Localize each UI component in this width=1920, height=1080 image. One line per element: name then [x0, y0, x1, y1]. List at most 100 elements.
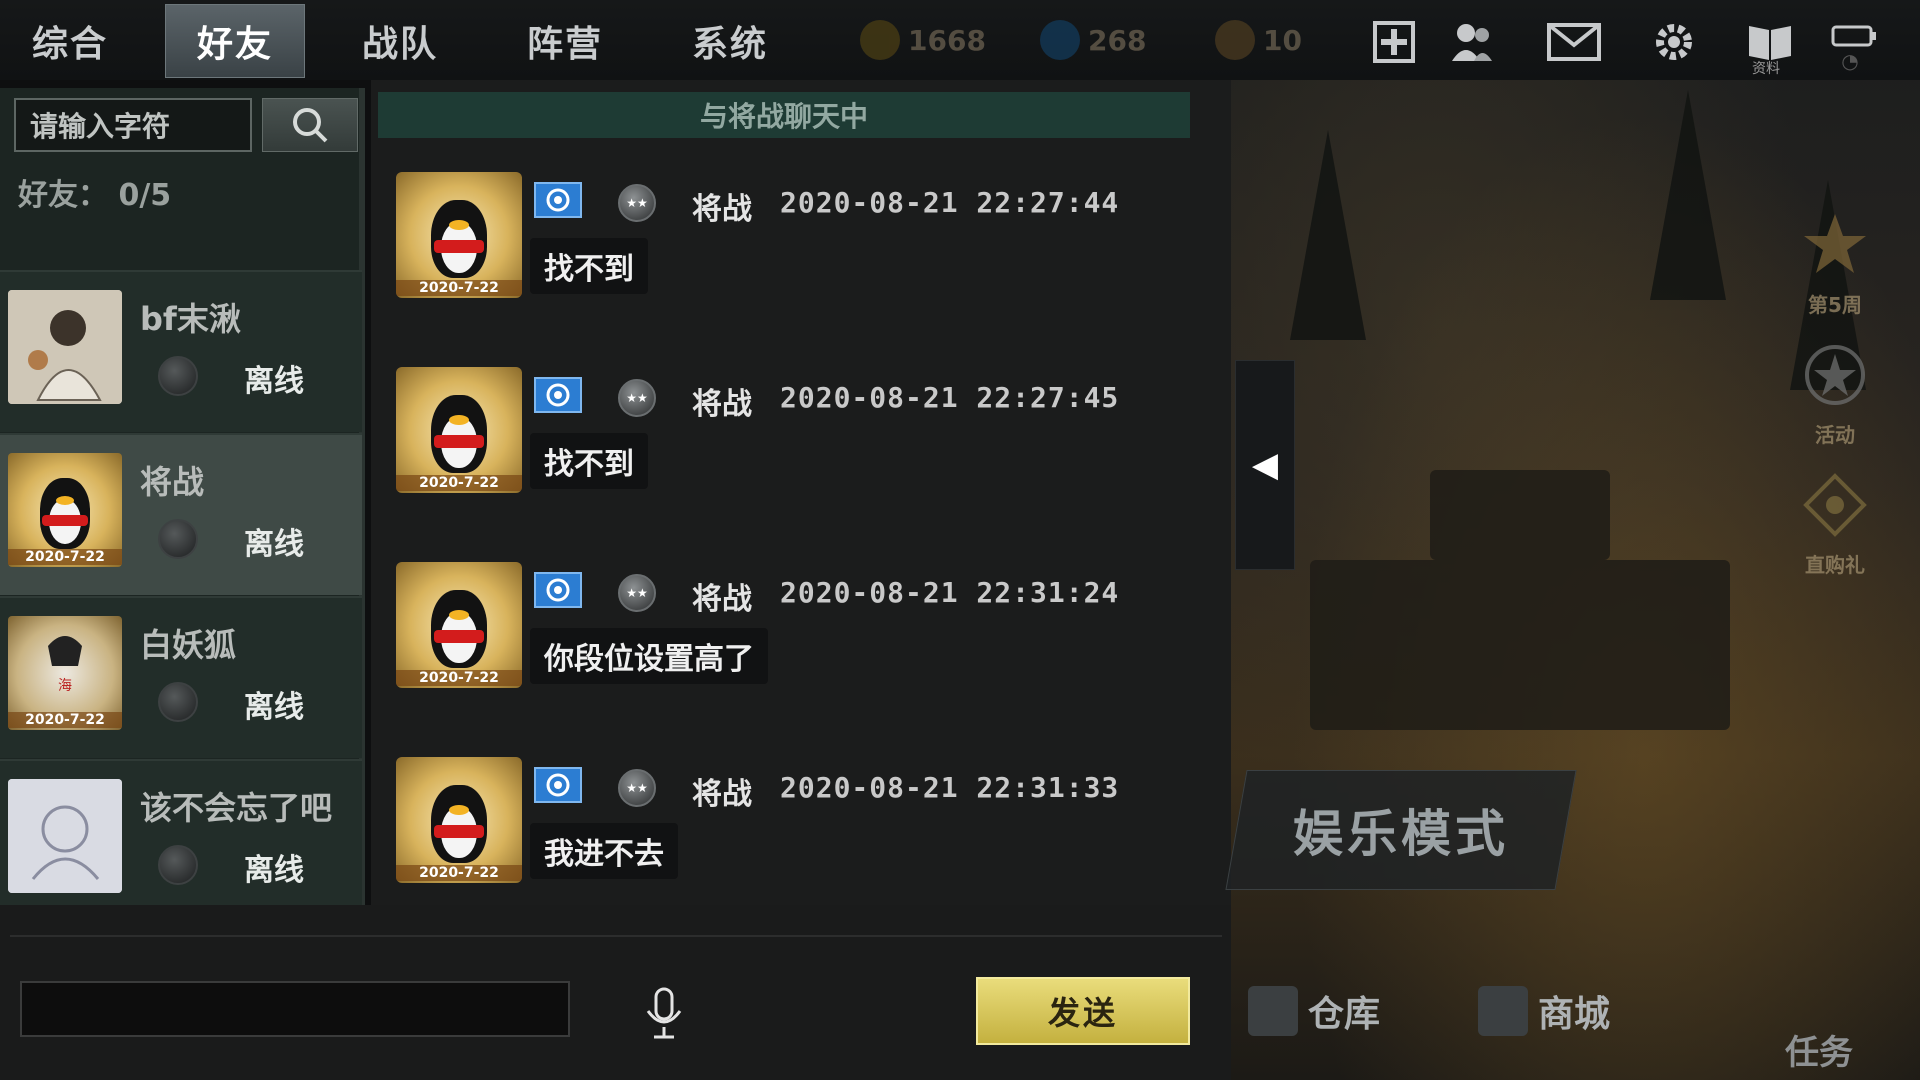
warehouse-button[interactable]: 仓库: [1248, 985, 1380, 1037]
avatar-date: 2020-7-22: [396, 865, 522, 881]
chat-message: 2020-7-22 ★★ 将战 2020-08-21 22:31:33 我进不去: [396, 757, 1176, 892]
friend-search-input[interactable]: 请输入字符: [14, 98, 252, 152]
shop-label: 商城: [1538, 994, 1611, 1035]
message-bubble: 你段位设置高了: [530, 628, 768, 684]
friends-panel: 请输入字符 好友： 0/5 bf末湫 离线 2020-7-22 将战 离线 海: [0, 88, 365, 921]
friend-count: 好友： 0/5: [18, 178, 172, 213]
message-sender: 将战: [692, 192, 752, 227]
side-menu-events[interactable]: 活动: [1780, 340, 1890, 448]
rank-star-icon: ★★: [618, 379, 656, 417]
friend-name: 将战: [140, 463, 205, 501]
diamond-icon: [1040, 20, 1080, 60]
avatar-date: 2020-7-22: [8, 712, 122, 728]
gold-resource: 1668: [860, 18, 986, 62]
rank-icon: [158, 356, 198, 396]
rank-icon: [158, 682, 198, 722]
game-screen: 综合 好友 战队 阵营 系统 1668 268 10 资料 ◔ 请输入字符 好友…: [0, 0, 1920, 1080]
divider: [10, 935, 1222, 937]
send-button[interactable]: 发送: [976, 977, 1190, 1045]
ticket-amount: 10: [1263, 23, 1302, 57]
chat-header: 与将战聊天中: [378, 92, 1190, 138]
message-sender: 将战: [692, 387, 752, 422]
tab-friends[interactable]: 好友: [165, 4, 305, 78]
vip-badge-icon: [534, 377, 582, 413]
medal-icon: [1805, 345, 1865, 405]
rank-icon: [158, 519, 198, 559]
friend-name: 该不会忘了吧: [140, 789, 333, 827]
collapse-arrow-icon[interactable]: ◀: [1235, 360, 1295, 570]
background-tree: [1650, 90, 1726, 300]
friend-status: 离线: [244, 364, 304, 399]
avatar-date: 2020-7-22: [396, 670, 522, 686]
gold-coin-icon: [860, 20, 900, 60]
friend-status: 离线: [244, 527, 304, 562]
chat-message: 2020-7-22 ★★ 将战 2020-08-21 22:31:24 你段位设…: [396, 562, 1176, 697]
ticket-icon: [1215, 20, 1255, 60]
friend-name: 白妖狐: [140, 626, 237, 664]
rank-star-icon: ★★: [618, 184, 656, 222]
message-bubble: 找不到: [530, 433, 648, 489]
entertainment-mode-button[interactable]: 娱乐模式: [1225, 770, 1577, 890]
tab-general[interactable]: 综合: [0, 4, 140, 78]
microphone-icon: [646, 987, 682, 1039]
avatar-date: 2020-7-22: [396, 280, 522, 296]
microphone-button[interactable]: [636, 985, 692, 1041]
qq-penguin-avatar[interactable]: 2020-7-22: [396, 172, 522, 298]
add-icon[interactable]: [1370, 20, 1418, 64]
friend-avatar: 海 2020-7-22: [8, 616, 122, 730]
search-button[interactable]: [262, 98, 358, 152]
mail-icon[interactable]: [1546, 20, 1602, 64]
side-menu-label: 第5周: [1808, 293, 1862, 317]
side-menu-weekly[interactable]: 第5周: [1780, 210, 1890, 318]
top-bar: 综合 好友 战队 阵营 系统 1668 268 10 资料 ◔: [0, 0, 1920, 80]
chat-input-bar: 发送: [0, 905, 1231, 1080]
diamond-amount: 268: [1088, 23, 1147, 57]
message-sender: 将战: [692, 777, 752, 812]
tab-team[interactable]: 战队: [330, 4, 470, 78]
qq-penguin-avatar[interactable]: 2020-7-22: [396, 562, 522, 688]
qq-penguin-avatar[interactable]: 2020-7-22: [396, 367, 522, 493]
chat-message: 2020-7-22 ★★ 将战 2020-08-21 22:27:44 找不到: [396, 172, 1176, 307]
side-menu-label: 活动: [1815, 423, 1855, 447]
chat-message: 2020-7-22 ★★ 将战 2020-08-21 22:27:45 找不到: [396, 367, 1176, 502]
task-button[interactable]: 任务: [1785, 1025, 1853, 1074]
friend-avatar: [8, 290, 122, 404]
background-tank: [1310, 560, 1730, 730]
ticket-resource: 10: [1215, 18, 1302, 62]
message-bubble: 我进不去: [530, 823, 678, 879]
friend-status: 离线: [244, 853, 304, 888]
search-icon: [293, 108, 328, 143]
message-sender: 将战: [692, 582, 752, 617]
shop-button[interactable]: 商城: [1478, 985, 1610, 1037]
diamond-resource: 268: [1040, 18, 1146, 62]
friend-item-selected[interactable]: 2020-7-22 将战 离线: [0, 433, 362, 595]
tab-faction[interactable]: 阵营: [495, 4, 635, 78]
wifi-icon: ◔: [1841, 49, 1859, 73]
entertainment-mode-label: 娱乐模式: [1293, 805, 1509, 863]
tab-system[interactable]: 系统: [660, 4, 800, 78]
warehouse-label: 仓库: [1308, 994, 1381, 1035]
settings-gear-icon[interactable]: [1650, 20, 1698, 64]
friends-icon[interactable]: [1448, 20, 1496, 64]
message-input[interactable]: [20, 981, 570, 1037]
friend-status: 离线: [244, 690, 304, 725]
friend-avatar: [8, 779, 122, 893]
qq-penguin-avatar[interactable]: 2020-7-22: [396, 757, 522, 883]
rank-icon: [158, 845, 198, 885]
avatar-date: 2020-7-22: [396, 475, 522, 491]
side-menu-gift[interactable]: 直购礼: [1780, 470, 1890, 578]
vip-badge-icon: [534, 182, 582, 218]
message-time: 2020-08-21 22:31:33: [780, 771, 1120, 804]
friend-item[interactable]: 海 2020-7-22 白妖狐 离线: [0, 596, 362, 758]
friend-item[interactable]: bf末湫 离线: [0, 270, 362, 432]
shop-icon: [1478, 986, 1528, 1036]
vip-badge-icon: [534, 767, 582, 803]
avatar-date: 2020-7-22: [8, 549, 122, 565]
vip-badge-icon: [534, 572, 582, 608]
background-tank-turret: [1430, 470, 1610, 560]
data-label: 资料: [1752, 61, 1780, 77]
friend-item[interactable]: 该不会忘了吧 离线: [0, 759, 362, 921]
star-badge-icon: [1804, 214, 1866, 273]
gold-amount: 1668: [908, 23, 986, 57]
friend-name: bf末湫: [140, 300, 241, 338]
